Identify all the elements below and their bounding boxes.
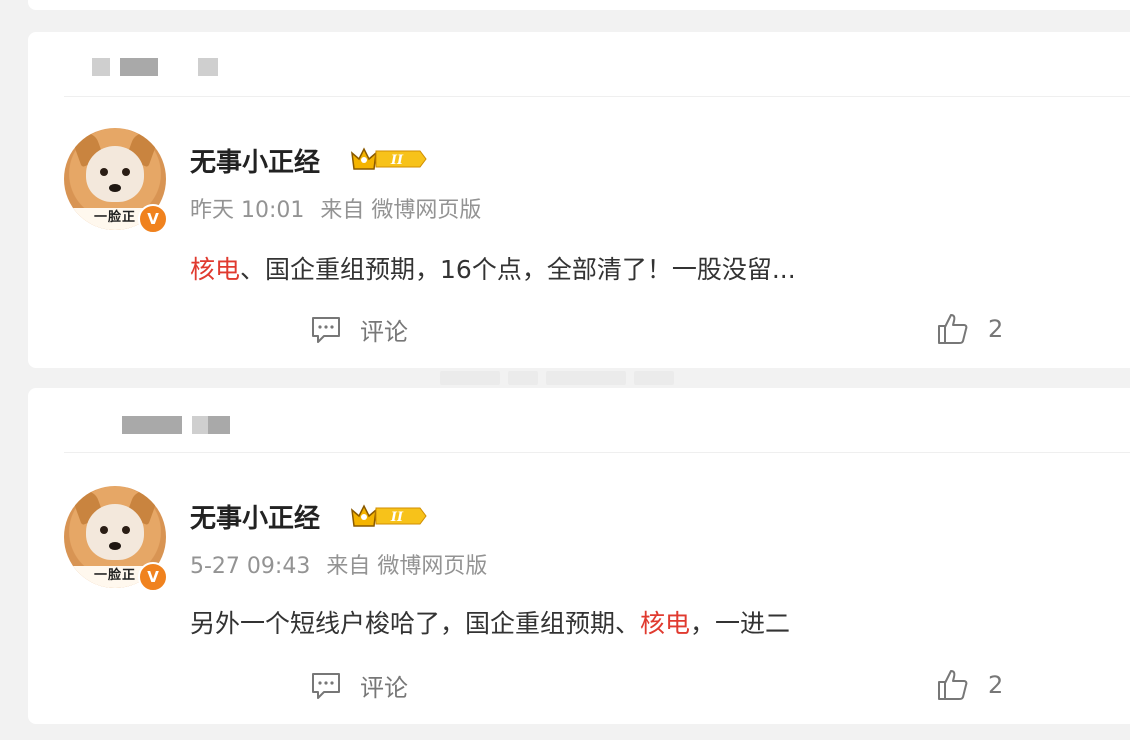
comment-icon [312, 672, 340, 699]
blurred-strip [440, 368, 680, 388]
level-badge: II [390, 153, 404, 168]
previous-card-edge [28, 0, 1130, 10]
content-text: ，一进二 [690, 609, 791, 638]
post-meta: 5-27 09:43 来自 微博网页版 [190, 548, 487, 580]
topic-link[interactable]: 核电 [640, 609, 690, 638]
level-badge: II [390, 510, 404, 525]
username[interactable]: 无事小正经 [190, 142, 320, 179]
thumbs-up-icon [938, 314, 968, 344]
source-prefix: 来自 [326, 554, 371, 579]
redacted-header [82, 58, 218, 76]
username[interactable]: 无事小正经 [190, 498, 320, 535]
like-count: 2 [988, 315, 1004, 343]
post-meta: 昨天 10:01 来自 微博网页版 [190, 192, 481, 224]
comment-button[interactable]: 评论 [310, 312, 408, 347]
comment-icon [312, 316, 340, 343]
comment-button[interactable]: 评论 [310, 668, 408, 703]
content-text: 另外一个短线户梭哈了，国企重组预期、 [190, 609, 641, 638]
source-prefix: 来自 [320, 198, 365, 223]
post-source[interactable]: 微博网页版 [371, 198, 481, 223]
verified-badge-icon: V [138, 204, 168, 234]
post-content: 核电、国企重组预期，16个点，全部清了！一股没留... [190, 250, 796, 286]
post-source[interactable]: 微博网页版 [377, 554, 487, 579]
crown-badge-icon[interactable]: II [350, 145, 428, 173]
thumbs-up-icon [938, 670, 968, 700]
post-time[interactable]: 昨天 10:01 [190, 198, 304, 223]
content-text: 、国企重组预期，16个点，全部清了！一股没留... [240, 255, 796, 284]
like-button[interactable]: 2 [936, 312, 1003, 346]
comment-label: 评论 [360, 674, 408, 702]
divider [64, 452, 1130, 453]
post-content: 另外一个短线户梭哈了，国企重组预期、核电，一进二 [190, 604, 790, 640]
verified-badge-icon: V [138, 562, 168, 592]
redacted-header [122, 416, 230, 434]
divider [64, 96, 1130, 97]
crown-badge-icon[interactable]: II [350, 502, 428, 530]
topic-link[interactable]: 核电 [190, 255, 240, 284]
post-time[interactable]: 5-27 09:43 [190, 554, 310, 579]
like-button[interactable]: 2 [936, 668, 1003, 702]
comment-label: 评论 [360, 318, 408, 346]
like-count: 2 [988, 671, 1004, 699]
